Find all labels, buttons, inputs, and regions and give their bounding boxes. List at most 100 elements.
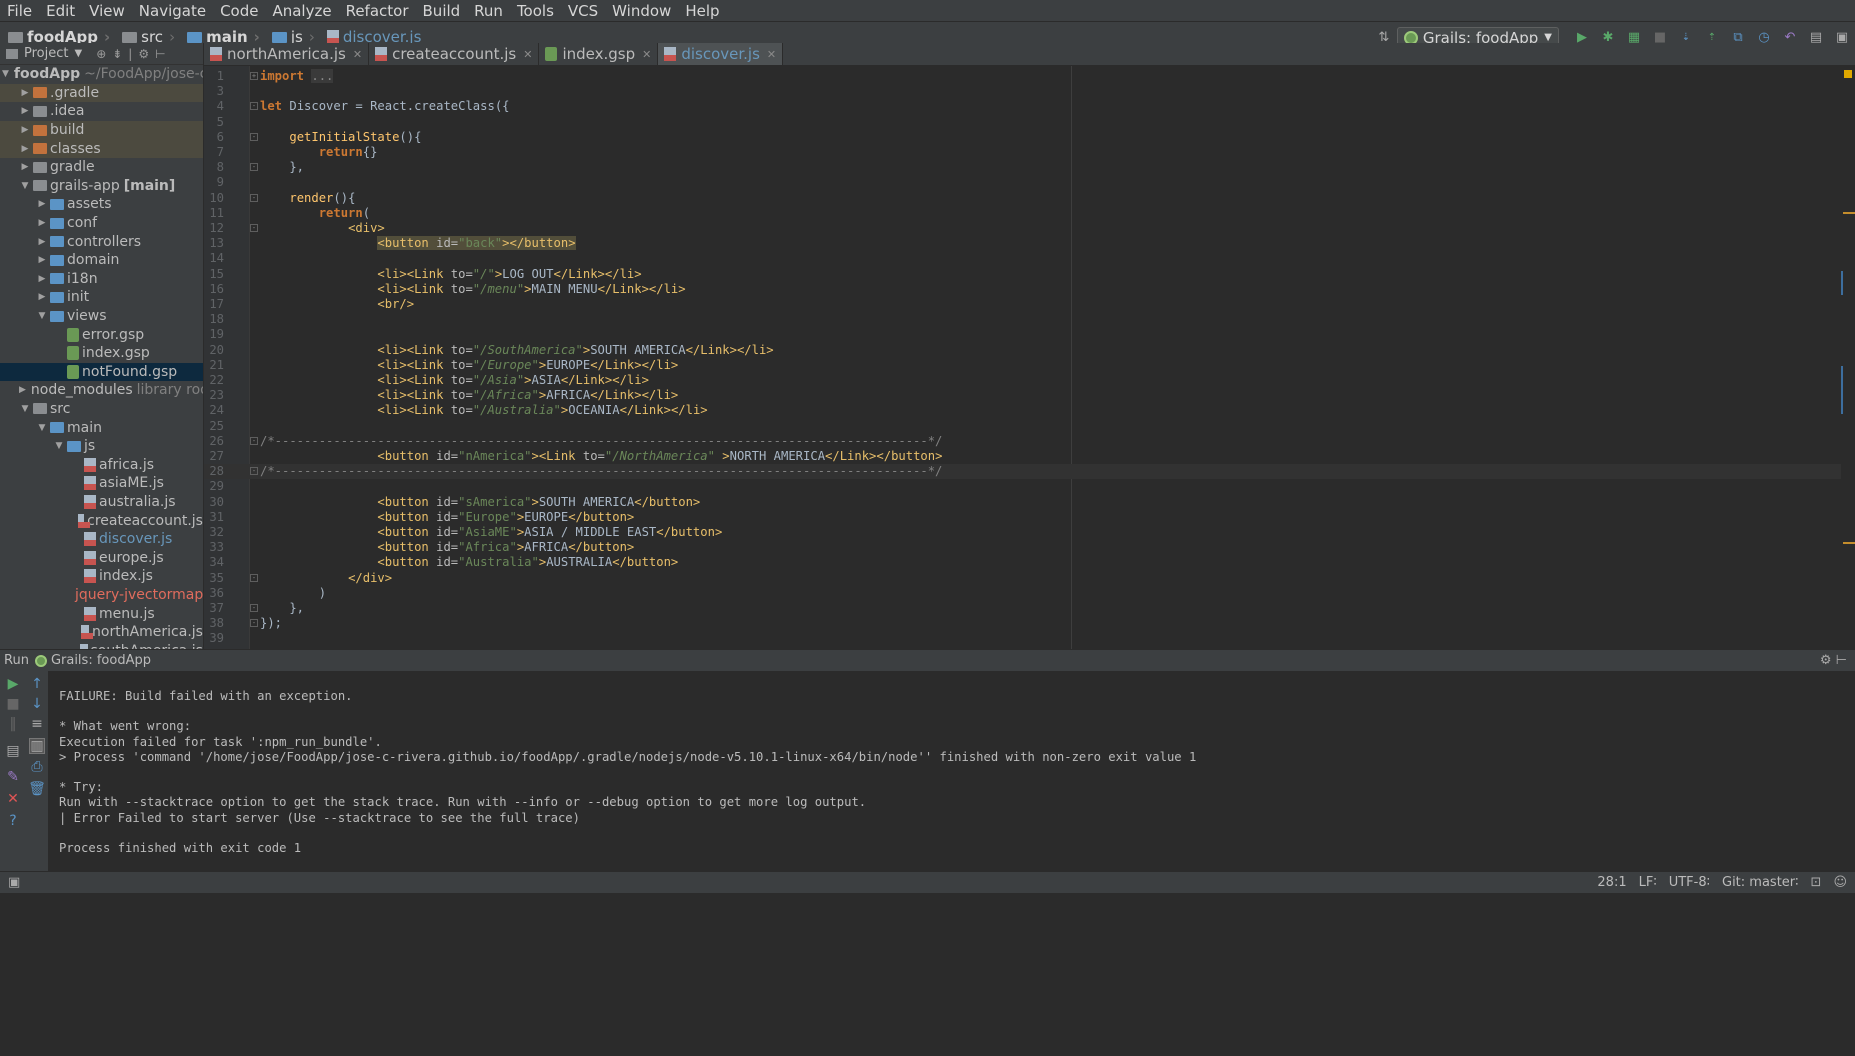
- caret-position[interactable]: 28:1: [1597, 875, 1626, 890]
- tree-item[interactable]: ▼ src: [0, 400, 203, 419]
- code-line[interactable]: 5: [204, 115, 1855, 130]
- panel-tools[interactable]: ⊕⇟|⚙⊢: [96, 47, 171, 61]
- menu-item-edit[interactable]: Edit: [39, 2, 82, 20]
- collapsed-arrow-icon[interactable]: ▶: [19, 125, 31, 135]
- close-icon[interactable]: ✕: [767, 48, 776, 61]
- code-line[interactable]: 19: [204, 327, 1855, 342]
- fold-collapse-icon[interactable]: -: [250, 604, 258, 612]
- tree-item[interactable]: africa.js: [0, 455, 203, 474]
- fold-collapse-icon[interactable]: -: [250, 163, 258, 172]
- collapsed-arrow-icon[interactable]: ▶: [36, 218, 48, 228]
- tree-item[interactable]: ▶ .gradle: [0, 83, 203, 103]
- up-arrow-icon[interactable]: ↑: [29, 676, 45, 692]
- run-panel-title[interactable]: Run: [4, 653, 29, 668]
- fold-collapse-icon[interactable]: -: [250, 436, 258, 445]
- collapsed-arrow-icon[interactable]: ▶: [36, 292, 48, 302]
- code-line[interactable]: 24 <li><Link to="/Australia">OCEANIA</Li…: [204, 403, 1855, 418]
- close-icon[interactable]: ✕: [353, 48, 362, 61]
- menu-item-view[interactable]: View: [82, 2, 132, 20]
- collapsed-arrow-icon[interactable]: ▶: [36, 199, 48, 209]
- code-line[interactable]: 38 -});: [204, 616, 1855, 631]
- menu-item-refactor[interactable]: Refactor: [339, 2, 416, 20]
- expanded-arrow-icon[interactable]: ▼: [19, 181, 31, 191]
- tab-createaccount-js[interactable]: createaccount.js ✕: [369, 43, 540, 65]
- tree-item[interactable]: jquery-jvectormap: [0, 586, 203, 605]
- code-line[interactable]: 8 - },: [204, 160, 1855, 175]
- fold-collapse-icon[interactable]: -: [250, 573, 258, 582]
- code-line[interactable]: 34 <button id="Australia">AUSTRALIA</but…: [204, 555, 1855, 570]
- tree-item[interactable]: australia.js: [0, 493, 203, 512]
- code-line[interactable]: 25: [204, 419, 1855, 434]
- rerun-icon[interactable]: ▶: [5, 676, 21, 692]
- code-line[interactable]: 21 <li><Link to="/Europe">EUROPE</Link><…: [204, 358, 1855, 373]
- collapsed-arrow-icon[interactable]: ▶: [36, 237, 48, 247]
- tree-item[interactable]: ▶ .idea: [0, 102, 203, 121]
- code-line[interactable]: 23 <li><Link to="/Africa">AFRICA</Link><…: [204, 388, 1855, 403]
- tree-item[interactable]: discover.js: [0, 530, 203, 549]
- code-line[interactable]: 26 -/*-----------------------------------…: [204, 434, 1855, 449]
- tree-item[interactable]: ▼ js: [0, 437, 203, 456]
- collapsed-arrow-icon[interactable]: ▶: [19, 162, 31, 172]
- tab-northamerica-js[interactable]: northAmerica.js ✕: [204, 43, 370, 65]
- print-icon[interactable]: ⎙: [29, 759, 45, 775]
- code-line[interactable]: 36 ): [204, 586, 1855, 601]
- menu-item-help[interactable]: Help: [678, 2, 726, 20]
- menu-item-navigate[interactable]: Navigate: [132, 2, 213, 20]
- code-line[interactable]: 14: [204, 251, 1855, 266]
- tree-item[interactable]: ▶ controllers: [0, 232, 203, 251]
- code-line[interactable]: 35 - </div>: [204, 571, 1855, 586]
- tree-item[interactable]: createaccount.js: [0, 511, 203, 530]
- tree-item[interactable]: error.gsp: [0, 325, 203, 344]
- code-line[interactable]: 11 return(: [204, 206, 1855, 221]
- code-line[interactable]: 29: [204, 479, 1855, 494]
- trash-icon[interactable]: 🗑: [28, 781, 46, 797]
- menu-item-run[interactable]: Run: [467, 2, 510, 20]
- tree-item[interactable]: ▼ main: [0, 418, 203, 437]
- fold-collapse-icon[interactable]: -: [250, 224, 258, 232]
- code-line[interactable]: 13 <button id="back"></button>: [204, 236, 1855, 251]
- tree-item[interactable]: ▶ classes: [0, 139, 203, 158]
- tree-item[interactable]: southAmerica.js: [0, 641, 203, 649]
- editor-scrollbar-markers[interactable]: [1841, 66, 1855, 649]
- tree-item[interactable]: northAmerica.js: [0, 623, 203, 642]
- code-line[interactable]: 28 -/*-----------------------------------…: [204, 464, 1855, 480]
- change-marker[interactable]: [1841, 271, 1843, 295]
- tree-item[interactable]: menu.js: [0, 604, 203, 623]
- tab-index-gsp[interactable]: index.gsp ✕: [539, 43, 659, 65]
- collapsed-arrow-icon[interactable]: ▶: [36, 255, 48, 265]
- expanded-arrow-icon[interactable]: ▼: [19, 404, 31, 414]
- code-line[interactable]: 6 - getInitialState(){: [204, 130, 1855, 145]
- git-branch[interactable]: Git: master∶: [1722, 875, 1799, 890]
- stop-icon[interactable]: ■: [5, 696, 21, 712]
- fold-collapse-icon[interactable]: -: [250, 132, 258, 141]
- close-icon[interactable]: ✕: [5, 791, 21, 807]
- collapsed-arrow-icon[interactable]: ▶: [19, 106, 31, 116]
- tree-item[interactable]: index.js: [0, 567, 203, 586]
- code-editor[interactable]: 1 + import ... 3 4- let Discover = React.crea…: [204, 66, 1855, 649]
- close-icon[interactable]: ✕: [642, 48, 651, 61]
- change-marker[interactable]: [1841, 366, 1843, 414]
- menu-item-code[interactable]: Code: [213, 2, 265, 20]
- code-line[interactable]: 39: [204, 631, 1855, 646]
- code-line[interactable]: 3: [204, 84, 1855, 99]
- tree-item[interactable]: ▶ conf: [0, 214, 203, 233]
- expanded-arrow-icon[interactable]: ▼: [2, 69, 9, 79]
- dropdown-icon[interactable]: ▼: [74, 48, 82, 59]
- scroll-to-end-icon[interactable]: ▥: [29, 738, 45, 754]
- code-line[interactable]: 37 - },: [204, 601, 1855, 616]
- tree-item[interactable]: europe.js: [0, 548, 203, 567]
- tree-item[interactable]: ▶ init: [0, 288, 203, 307]
- help-icon[interactable]: ?: [5, 813, 21, 829]
- fold-collapse-icon[interactable]: -: [250, 467, 258, 476]
- fold-expand-icon[interactable]: +: [250, 72, 258, 80]
- collapsed-arrow-icon[interactable]: ▶: [19, 88, 31, 98]
- down-arrow-icon[interactable]: ↓: [29, 696, 45, 712]
- run-config-label[interactable]: Grails: foodApp: [51, 653, 151, 668]
- tree-item[interactable]: ▼ views: [0, 307, 203, 326]
- expanded-arrow-icon[interactable]: ▼: [53, 441, 65, 451]
- menu-item-tools[interactable]: Tools: [510, 2, 561, 20]
- tree-item[interactable]: ▶ i18n: [0, 270, 203, 289]
- change-marker[interactable]: [1843, 542, 1855, 544]
- code-line[interactable]: 22 <li><Link to="/Asia">ASIA</Link></li>: [204, 373, 1855, 388]
- collapsed-arrow-icon[interactable]: ▶: [19, 385, 26, 395]
